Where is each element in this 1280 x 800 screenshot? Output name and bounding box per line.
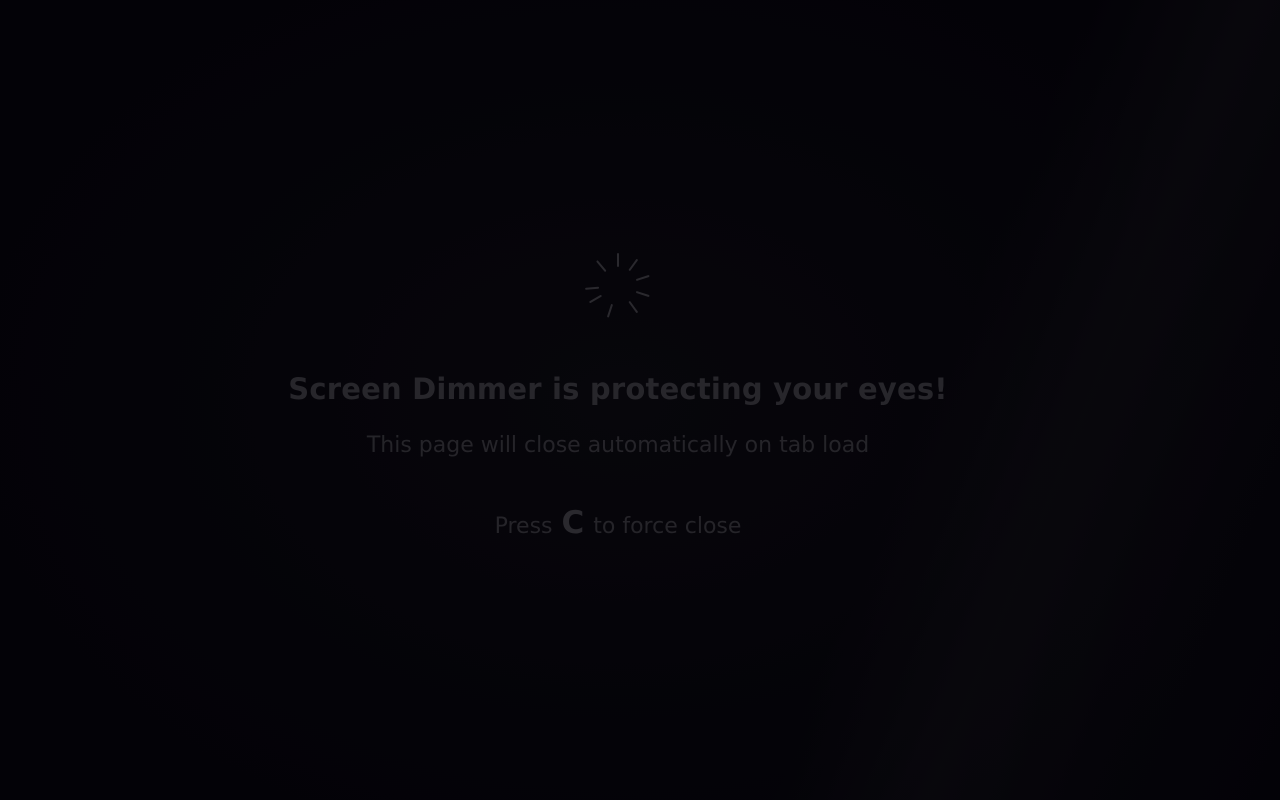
- loading-spinner-icon: [584, 252, 652, 320]
- force-close-key: C: [561, 505, 585, 541]
- hint-suffix: to force close: [593, 514, 742, 539]
- hint-prefix: Press: [494, 514, 553, 539]
- page-title: Screen Dimmer is protecting your eyes!: [288, 372, 948, 406]
- auto-close-message: This page will close automatically on ta…: [366, 433, 870, 458]
- spinner-svg: [585, 253, 650, 318]
- force-close-hint: Press C to force close: [0, 505, 1236, 541]
